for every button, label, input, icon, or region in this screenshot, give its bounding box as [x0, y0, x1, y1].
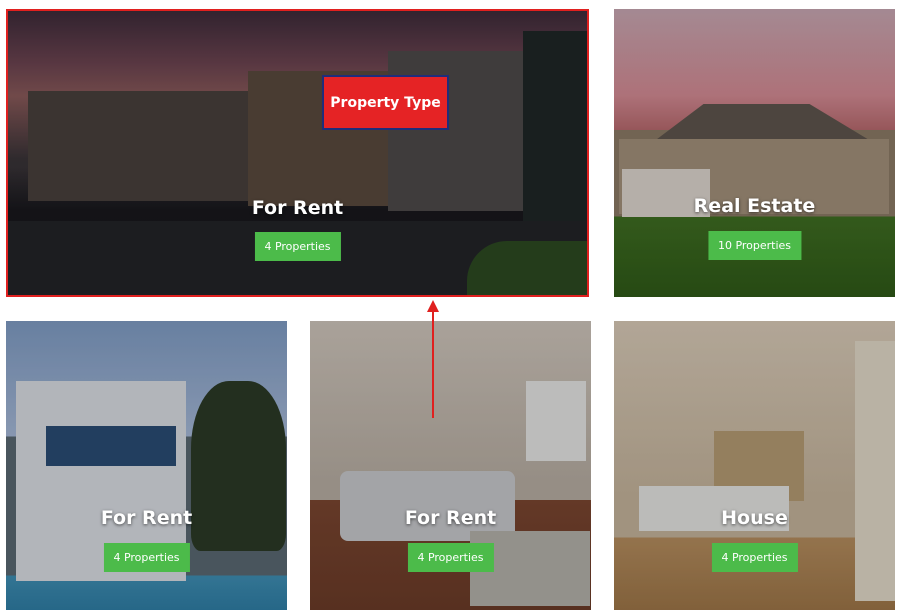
card-title: House	[721, 507, 788, 529]
property-type-card-house[interactable]: House 4 Properties	[614, 321, 895, 610]
card-title: For Rent	[404, 507, 497, 529]
property-count-badge[interactable]: 4 Properties	[103, 543, 190, 572]
property-type-callout: Property Type	[322, 75, 449, 130]
property-type-card-for-rent-3[interactable]: For Rent 4 Properties	[310, 321, 591, 610]
property-count-badge[interactable]: 10 Properties	[707, 231, 802, 260]
property-type-card-real-estate[interactable]: Real Estate 10 Properties	[614, 9, 895, 297]
property-type-card-for-rent-2[interactable]: For Rent 4 Properties	[6, 321, 287, 610]
property-count-badge[interactable]: 4 Properties	[254, 232, 341, 261]
card-title: For Rent	[251, 197, 344, 219]
property-count-badge[interactable]: 4 Properties	[711, 543, 798, 572]
property-count-badge[interactable]: 4 Properties	[407, 543, 494, 572]
card-title: Real Estate	[693, 195, 816, 217]
card-title: For Rent	[100, 507, 193, 529]
property-type-card-for-rent-1[interactable]: For Rent 4 Properties	[6, 9, 589, 297]
annotation-arrow-icon	[427, 300, 439, 418]
